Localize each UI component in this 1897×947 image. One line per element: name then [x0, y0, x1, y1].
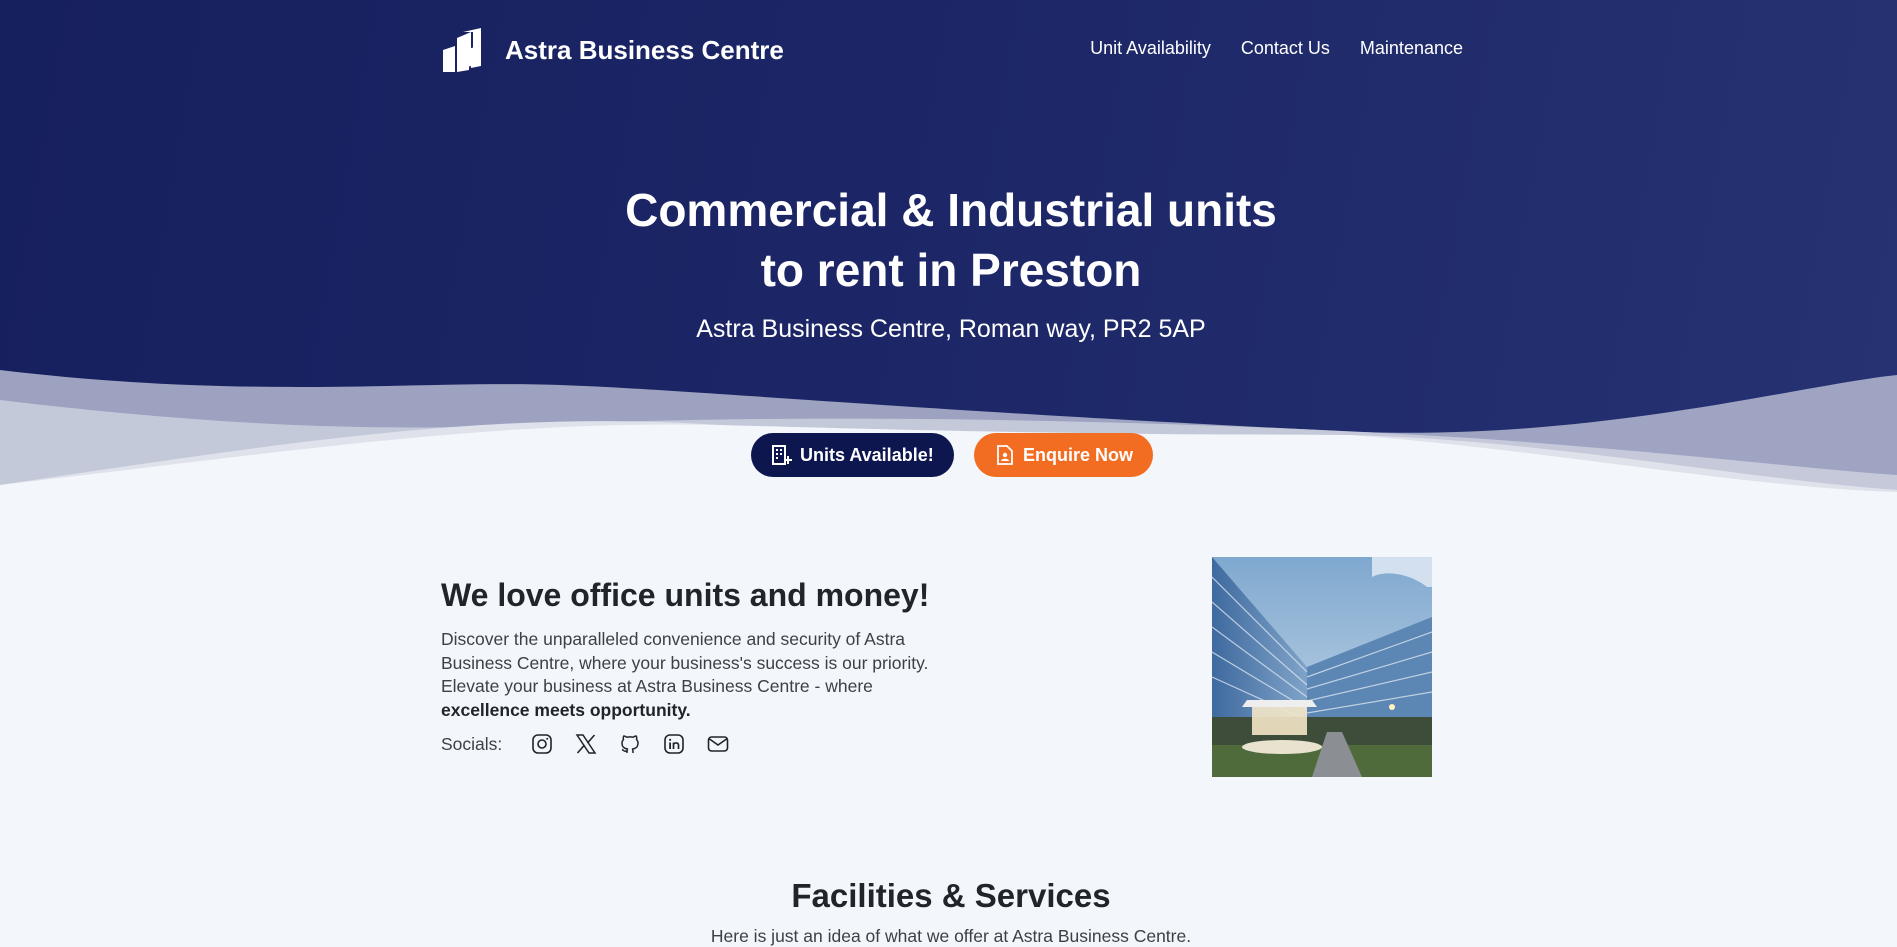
- document-person-icon: [997, 445, 1013, 465]
- building-add-icon: [772, 445, 792, 465]
- nav-maintenance[interactable]: Maintenance: [1360, 38, 1463, 59]
- about-body-text: Discover the unparalleled convenience an…: [441, 629, 929, 696]
- building-photo-illustration: [1212, 557, 1432, 777]
- enquire-now-button[interactable]: Enquire Now: [974, 433, 1153, 477]
- email-icon[interactable]: [706, 732, 730, 756]
- brand[interactable]: Astra Business Centre: [441, 26, 784, 74]
- nav-unit-availability[interactable]: Unit Availability: [1090, 38, 1211, 59]
- about-body: Discover the unparalleled convenience an…: [441, 628, 931, 722]
- nav-links: Unit Availability Contact Us Maintenance: [1060, 38, 1463, 59]
- enquire-now-label: Enquire Now: [1023, 444, 1134, 465]
- about-heading: We love office units and money!: [441, 577, 930, 613]
- about-body-bold: excellence meets opportunity.: [441, 699, 691, 720]
- nav-contact-us[interactable]: Contact Us: [1241, 38, 1330, 59]
- building-photo: [1212, 557, 1432, 777]
- socials-label: Socials:: [441, 733, 503, 754]
- hero-section: Astra Business Centre Unit Availability …: [0, 0, 1897, 500]
- units-available-button[interactable]: Units Available!: [751, 433, 954, 477]
- socials-row: Socials:: [441, 732, 961, 756]
- building-logo-icon: [443, 28, 481, 72]
- hero-title-line2: to rent in Preston: [760, 244, 1142, 296]
- linkedin-icon[interactable]: [662, 732, 686, 756]
- facilities-heading: Facilities & Services: [791, 877, 1111, 914]
- hero-title-line1: Commercial & Industrial units: [625, 184, 1277, 236]
- hero-title: Commercial & Industrial units to rent in…: [0, 180, 1897, 300]
- brand-name: Astra Business Centre: [505, 34, 784, 65]
- about-section: We love office units and money! Discover…: [441, 577, 961, 756]
- github-icon[interactable]: [618, 732, 642, 756]
- hero-subtitle: Astra Business Centre, Roman way, PR2 5A…: [696, 315, 1206, 343]
- facilities-subtitle: Here is just an idea of what we offer at…: [710, 926, 1192, 946]
- instagram-icon[interactable]: [530, 732, 554, 756]
- units-available-label: Units Available!: [800, 444, 934, 465]
- navbar: Astra Business Centre Unit Availability …: [441, 26, 1463, 76]
- cta-row: Units Available! Enquire Now: [751, 433, 1153, 477]
- x-twitter-icon[interactable]: [574, 732, 598, 756]
